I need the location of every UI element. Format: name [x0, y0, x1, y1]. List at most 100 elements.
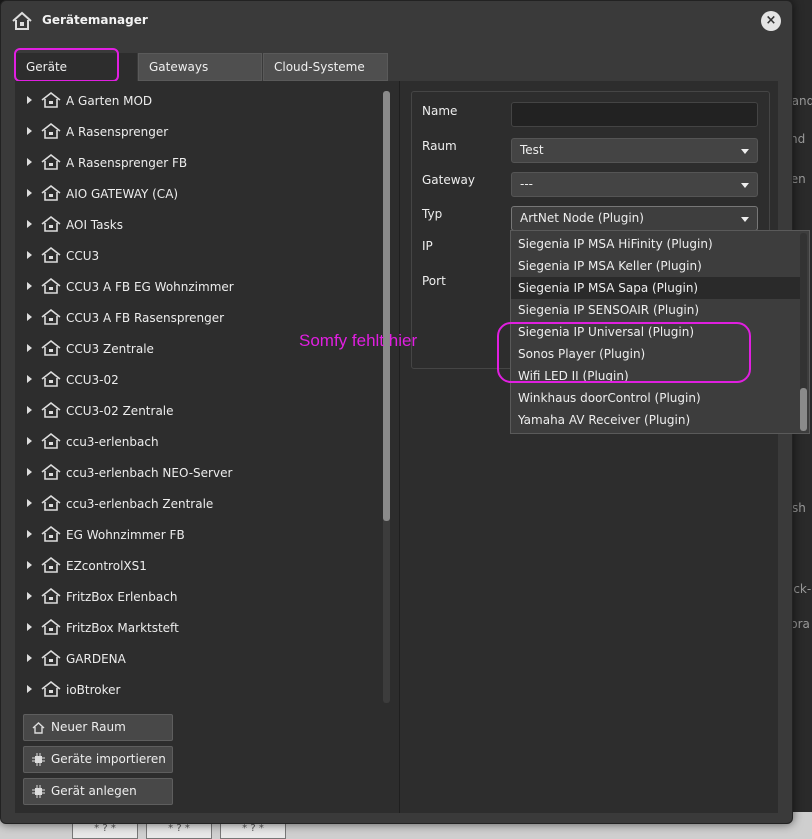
dialog-title: Gerätemanager — [42, 13, 148, 27]
expand-arrow-icon[interactable] — [27, 313, 32, 321]
type-select-value: ArtNet Node (Plugin) — [520, 211, 644, 225]
device-label: ccu3-erlenbach Zentrale — [66, 497, 214, 511]
gateway-label: Gateway — [422, 173, 476, 187]
gateway-select[interactable]: --- — [511, 172, 758, 197]
device-list-item[interactable]: CCU3 A FB Rasensprenger — [15, 303, 375, 334]
dropdown-option[interactable]: Winkhaus doorControl (Plugin) — [511, 387, 801, 409]
house-icon — [41, 587, 61, 604]
close-button[interactable]: × — [761, 11, 781, 31]
background-text: sh — [792, 501, 806, 515]
expand-arrow-icon[interactable] — [27, 375, 32, 383]
expand-arrow-icon[interactable] — [27, 499, 32, 507]
expand-arrow-icon[interactable] — [27, 158, 32, 166]
house-icon — [41, 277, 61, 294]
device-label: FritzBox Marktsteft — [66, 621, 179, 635]
device-label: AOI Tasks — [66, 218, 123, 232]
device-list-item[interactable]: FritzBox Marktsteft — [15, 613, 375, 644]
import-devices-button[interactable]: Geräte importieren — [23, 746, 173, 773]
house-icon — [41, 680, 61, 697]
device-list-item[interactable]: ioBtroker — [15, 675, 375, 706]
expand-arrow-icon[interactable] — [27, 220, 32, 228]
house-icon — [41, 91, 61, 108]
tab-cloud-systems[interactable]: Cloud-Systeme — [263, 53, 388, 81]
device-label: A Rasensprenger — [66, 125, 169, 139]
device-label: CCU3 Zentrale — [66, 342, 154, 356]
device-list-item[interactable]: AOI Tasks — [15, 210, 375, 241]
device-list-scrollbar-thumb[interactable] — [383, 91, 390, 521]
name-input[interactable] — [511, 102, 758, 127]
device-label: CCU3-02 Zentrale — [66, 404, 174, 418]
device-list-item[interactable]: EG Wohnzimmer FB — [15, 520, 375, 551]
chip-icon — [32, 753, 45, 766]
device-list[interactable]: A Garten MOD A Rasensprenger A Rasenspreng… — [15, 86, 387, 706]
expand-arrow-icon[interactable] — [27, 437, 32, 445]
dropdown-option[interactable]: Siegenia IP MSA HiFinity (Plugin) — [511, 233, 801, 255]
room-select[interactable]: Test — [511, 138, 758, 163]
device-list-item[interactable]: A Rasensprenger FB — [15, 148, 375, 179]
expand-arrow-icon[interactable] — [27, 468, 32, 476]
device-list-item[interactable]: CCU3 A FB EG Wohnzimmer — [15, 272, 375, 303]
house-icon — [41, 401, 61, 418]
device-label: ccu3-erlenbach — [66, 435, 159, 449]
import-devices-label: Geräte importieren — [51, 752, 166, 766]
annotation-highlight-ring — [497, 322, 751, 383]
caret-down-icon — [741, 183, 749, 188]
dropdown-option[interactable]: Yamaha AV Receiver (Plugin) — [511, 409, 801, 431]
device-label: ccu3-erlenbach NEO-Server — [66, 466, 233, 480]
type-select[interactable]: ArtNet Node (Plugin) — [511, 206, 758, 231]
new-room-button[interactable]: Neuer Raum — [23, 714, 173, 741]
device-list-item[interactable]: FritzBox Erlenbach — [15, 582, 375, 613]
device-list-item[interactable]: GARDENA — [15, 644, 375, 675]
expand-arrow-icon[interactable] — [27, 189, 32, 197]
expand-arrow-icon[interactable] — [27, 685, 32, 693]
device-list-item[interactable]: ccu3-erlenbach — [15, 427, 375, 458]
expand-arrow-icon[interactable] — [27, 623, 32, 631]
expand-arrow-icon[interactable] — [27, 251, 32, 259]
expand-arrow-icon[interactable] — [27, 561, 32, 569]
dropdown-option[interactable]: Siegenia IP MSA Keller (Plugin) — [511, 255, 801, 277]
expand-arrow-icon[interactable] — [27, 406, 32, 414]
tab-gateways[interactable]: Gateways — [138, 53, 262, 81]
dropdown-scrollbar-thumb[interactable] — [800, 388, 807, 431]
expand-arrow-icon[interactable] — [27, 127, 32, 135]
dialog-title-bar[interactable]: Gerätemanager × — [1, 1, 792, 43]
expand-arrow-icon[interactable] — [27, 282, 32, 290]
device-label: AIO GATEWAY (CA) — [66, 187, 179, 201]
device-list-item[interactable]: CCU3-02 Zentrale — [15, 396, 375, 427]
house-icon — [41, 618, 61, 635]
annotation-text: Somfy fehlt hier — [299, 331, 418, 350]
device-list-item[interactable]: CCU3-02 — [15, 365, 375, 396]
dropdown-option[interactable]: Siegenia IP SENSOAIR (Plugin) — [511, 299, 801, 321]
tab-content: A Garten MOD A Rasensprenger A Rasenspreng… — [15, 81, 778, 813]
create-device-label: Gerät anlegen — [51, 784, 137, 798]
house-icon — [41, 432, 61, 449]
expand-arrow-icon[interactable] — [27, 96, 32, 104]
dropdown-option[interactable]: Siegenia IP MSA Sapa (Plugin) — [511, 277, 801, 299]
house-icon — [41, 649, 61, 666]
caret-down-icon — [741, 149, 749, 154]
expand-arrow-icon[interactable] — [27, 654, 32, 662]
device-list-item[interactable]: ccu3-erlenbach Zentrale — [15, 489, 375, 520]
chip-icon — [32, 785, 45, 798]
create-device-button[interactable]: Gerät anlegen — [23, 778, 173, 805]
device-label: EG Wohnzimmer FB — [66, 528, 185, 542]
device-list-item[interactable]: A Garten MOD — [15, 86, 375, 117]
expand-arrow-icon[interactable] — [27, 592, 32, 600]
room-select-value: Test — [520, 143, 544, 157]
house-icon — [32, 722, 45, 734]
device-label: EZcontrolXS1 — [66, 559, 147, 573]
expand-arrow-icon[interactable] — [27, 344, 32, 352]
device-list-item[interactable]: CCU3 — [15, 241, 375, 272]
device-list-item[interactable]: AIO GATEWAY (CA) — [15, 179, 375, 210]
house-icon — [41, 556, 61, 573]
house-icon — [41, 463, 61, 480]
type-label: Typ — [422, 207, 443, 221]
device-list-item[interactable]: A Rasensprenger — [15, 117, 375, 148]
house-icon — [41, 215, 61, 232]
room-label: Raum — [422, 139, 457, 153]
device-list-item[interactable]: ccu3-erlenbach NEO-Server — [15, 458, 375, 489]
house-icon — [41, 370, 61, 387]
panel-divider — [399, 81, 400, 813]
expand-arrow-icon[interactable] — [27, 530, 32, 538]
device-list-item[interactable]: EZcontrolXS1 — [15, 551, 375, 582]
